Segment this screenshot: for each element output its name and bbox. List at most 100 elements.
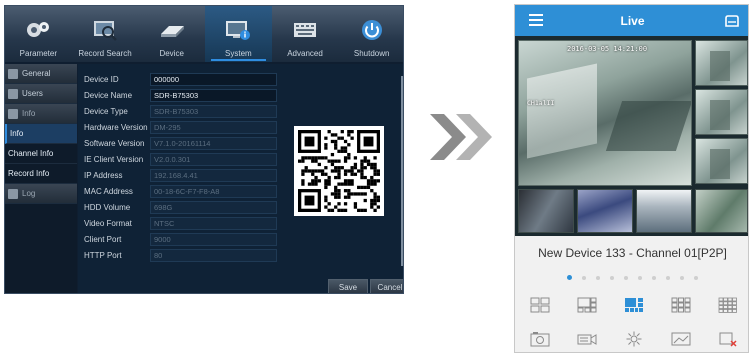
info-label: IP Address [84,170,123,180]
device-channel-title: New Device 133 - Channel 01[P2P] [538,246,727,260]
ie-client-version-value: V2.0.0.301 [150,152,277,166]
video-tile[interactable] [695,189,748,233]
page-dot[interactable] [610,275,614,280]
video-timestamp: 2016-03-05 14:21:00 [567,45,648,53]
playback-icon[interactable] [670,330,692,348]
tab-system[interactable]: System [205,6,272,62]
hard-drive-icon [159,17,185,43]
qr-code [294,126,384,216]
six-split-icon[interactable] [576,296,598,314]
tab-device[interactable]: Device [138,6,205,62]
info-label: Software Version [84,138,145,148]
tab-label: System [225,49,252,58]
info-row-http-port: HTTP Port 80 [84,248,277,262]
sidebar-item-label: Users [22,89,43,98]
page-dot[interactable] [666,275,670,280]
sidebar-item-general[interactable]: General [5,64,77,84]
gears-icon [25,17,51,43]
page-dot[interactable] [582,275,586,280]
snapshot-icon[interactable] [529,330,551,348]
save-button[interactable]: Save [328,279,368,293]
sidebar-item-record-info[interactable]: Record Info [5,164,77,184]
page-dot[interactable] [680,275,684,280]
video-format-value: NTSC [150,216,277,230]
sidebar-item-channel-info[interactable]: Channel Info [5,144,77,164]
info-row-device-name: Device Name SDR-B75303 [84,88,277,102]
video-tile[interactable] [636,189,692,233]
live-toolbar [529,330,739,348]
info-label: Device Type [84,106,128,116]
hardware-version-value: DM-295 [150,120,277,134]
sidebar-item-label: General [22,69,51,78]
monitor-info-icon [225,17,251,43]
double-chevron-right-icon [430,114,492,160]
page-dot[interactable] [624,275,628,280]
sidebar-item-label: Info [10,129,24,138]
scrollbar[interactable] [401,76,403,266]
info-row-hdd-volume: HDD Volume 698G [84,200,277,214]
device-id-field[interactable]: 000000 [150,72,277,86]
video-tile[interactable] [695,89,748,135]
menu-icon[interactable] [529,14,543,26]
sidebar-item-log[interactable]: Log [5,184,77,204]
info-label: Hardware Version [84,122,148,132]
info-label: Device Name [84,90,133,100]
info-label: Device ID [84,74,119,84]
tab-advanced[interactable]: Advanced [272,6,339,62]
tab-label: Shutdown [353,49,390,58]
system-info-panel: Device ID 000000 Device Name SDR-B75303 … [78,64,403,293]
cancel-button[interactable]: Cancel [370,279,403,293]
info-row-device-id: Device ID 000000 [84,72,277,86]
page-dot[interactable] [638,275,642,280]
dvr-main-tabs: Parameter Record Search Device System Ad… [5,6,403,62]
mobile-live-view: Live 2016-03-05 14:21:00 CH1alII New Dev… [514,4,749,353]
sidebar-item-label: Channel Info [8,149,54,158]
mac-address-value: 00-18-6C-F7-F8-A8 [150,184,277,198]
page-dot[interactable] [596,275,600,280]
video-tile[interactable] [695,138,748,184]
power-icon [359,17,385,43]
sidebar-item-label: Info [22,109,36,118]
sidebar-item-label: Log [22,189,36,198]
close-stream-icon[interactable] [717,330,739,348]
tab-label: Record Search [78,49,132,58]
nine-split-icon[interactable] [670,296,692,314]
ptz-icon[interactable] [623,330,645,348]
device-name-field[interactable]: SDR-B75303 [150,88,277,102]
tab-shutdown[interactable]: Shutdown [338,6,403,62]
info-row-ie-client-version: IE Client Version V2.0.0.301 [84,152,277,166]
info-label: Client Port [84,234,122,244]
dvr-system-window: Parameter Record Search Device System Ad… [4,5,404,294]
page-dot[interactable] [694,275,698,280]
page-dot[interactable] [652,275,656,280]
info-label: HTTP Port [84,250,122,260]
info-label: HDD Volume [84,202,131,212]
sidebar-item-users[interactable]: Users [5,84,77,104]
info-label: Video Format [84,218,132,228]
tab-label: Parameter [19,49,58,58]
video-tile[interactable] [518,189,574,233]
video-tile-main[interactable]: 2016-03-05 14:21:00 CH1alII [518,40,692,186]
sixteen-split-icon[interactable] [717,296,739,314]
video-tile[interactable] [577,189,633,233]
tab-parameter[interactable]: Parameter [5,6,72,62]
tab-record-search[interactable]: Record Search [72,6,139,62]
layout-selector [529,296,739,314]
video-tile[interactable] [695,40,748,86]
ip-address-value: 192.168.4.41 [150,168,277,182]
software-version-value: V7.1.0-20161114 [150,136,277,150]
eight-split-icon-active[interactable] [623,296,645,314]
record-icon[interactable] [576,330,598,348]
tab-label: Device [159,49,184,58]
log-icon [8,188,18,199]
cast-screen-icon[interactable] [724,14,740,27]
info-label: MAC Address [84,186,133,196]
four-split-icon[interactable] [529,296,551,314]
client-port-value: 9000 [150,232,277,246]
qr-code-image [298,130,380,212]
sidebar-group-info[interactable]: Info [5,104,77,124]
sidebar-item-info[interactable]: Info [5,124,77,144]
http-port-value: 80 [150,248,277,262]
page-dot-active[interactable] [567,275,572,280]
info-row-hardware-version: Hardware Version DM-295 [84,120,277,134]
